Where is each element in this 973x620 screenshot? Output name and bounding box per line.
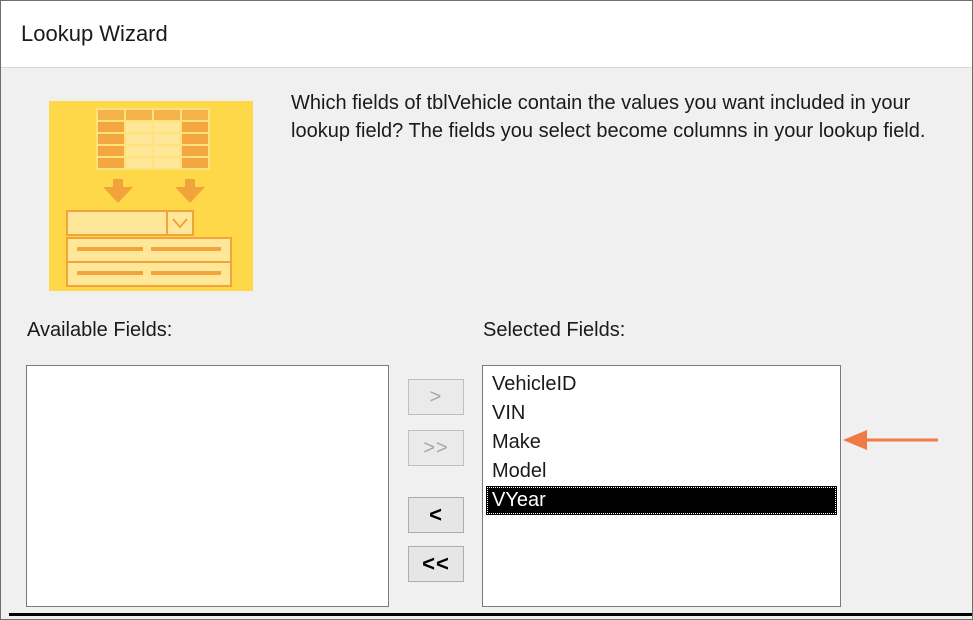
list-item-model[interactable]: Model (486, 457, 837, 486)
remove-all-fields-button[interactable]: << (408, 546, 464, 582)
dropdown-list-graphic (66, 237, 232, 287)
table-grid (96, 108, 210, 170)
add-all-fields-button[interactable]: >> (408, 430, 464, 466)
available-fields-label: Available Fields: (27, 319, 173, 341)
add-field-button[interactable]: > (408, 379, 464, 415)
bottom-divider (9, 613, 972, 616)
selected-fields-listbox[interactable]: VehicleID VIN Make Model VYear (482, 365, 841, 607)
window-title: Lookup Wizard (21, 21, 168, 46)
lookup-wizard-window: Lookup Wizard Which fields of tblVehicle… (0, 0, 973, 620)
selected-fields-label: Selected Fields: (483, 319, 626, 341)
lookup-wizard-graphic-icon (49, 101, 253, 291)
callout-arrow-icon (843, 430, 938, 450)
title-bar: Lookup Wizard (1, 1, 972, 68)
list-item-vyear[interactable]: VYear (486, 486, 837, 515)
list-item-vehicleid[interactable]: VehicleID (486, 370, 837, 399)
combo-box-graphic (66, 210, 194, 236)
remove-field-button[interactable]: < (408, 497, 464, 533)
list-item-make[interactable]: Make (486, 428, 837, 457)
instructions-text: Which fields of tblVehicle contain the v… (291, 92, 926, 142)
list-item-vin[interactable]: VIN (486, 399, 837, 428)
available-fields-listbox[interactable] (26, 365, 389, 607)
